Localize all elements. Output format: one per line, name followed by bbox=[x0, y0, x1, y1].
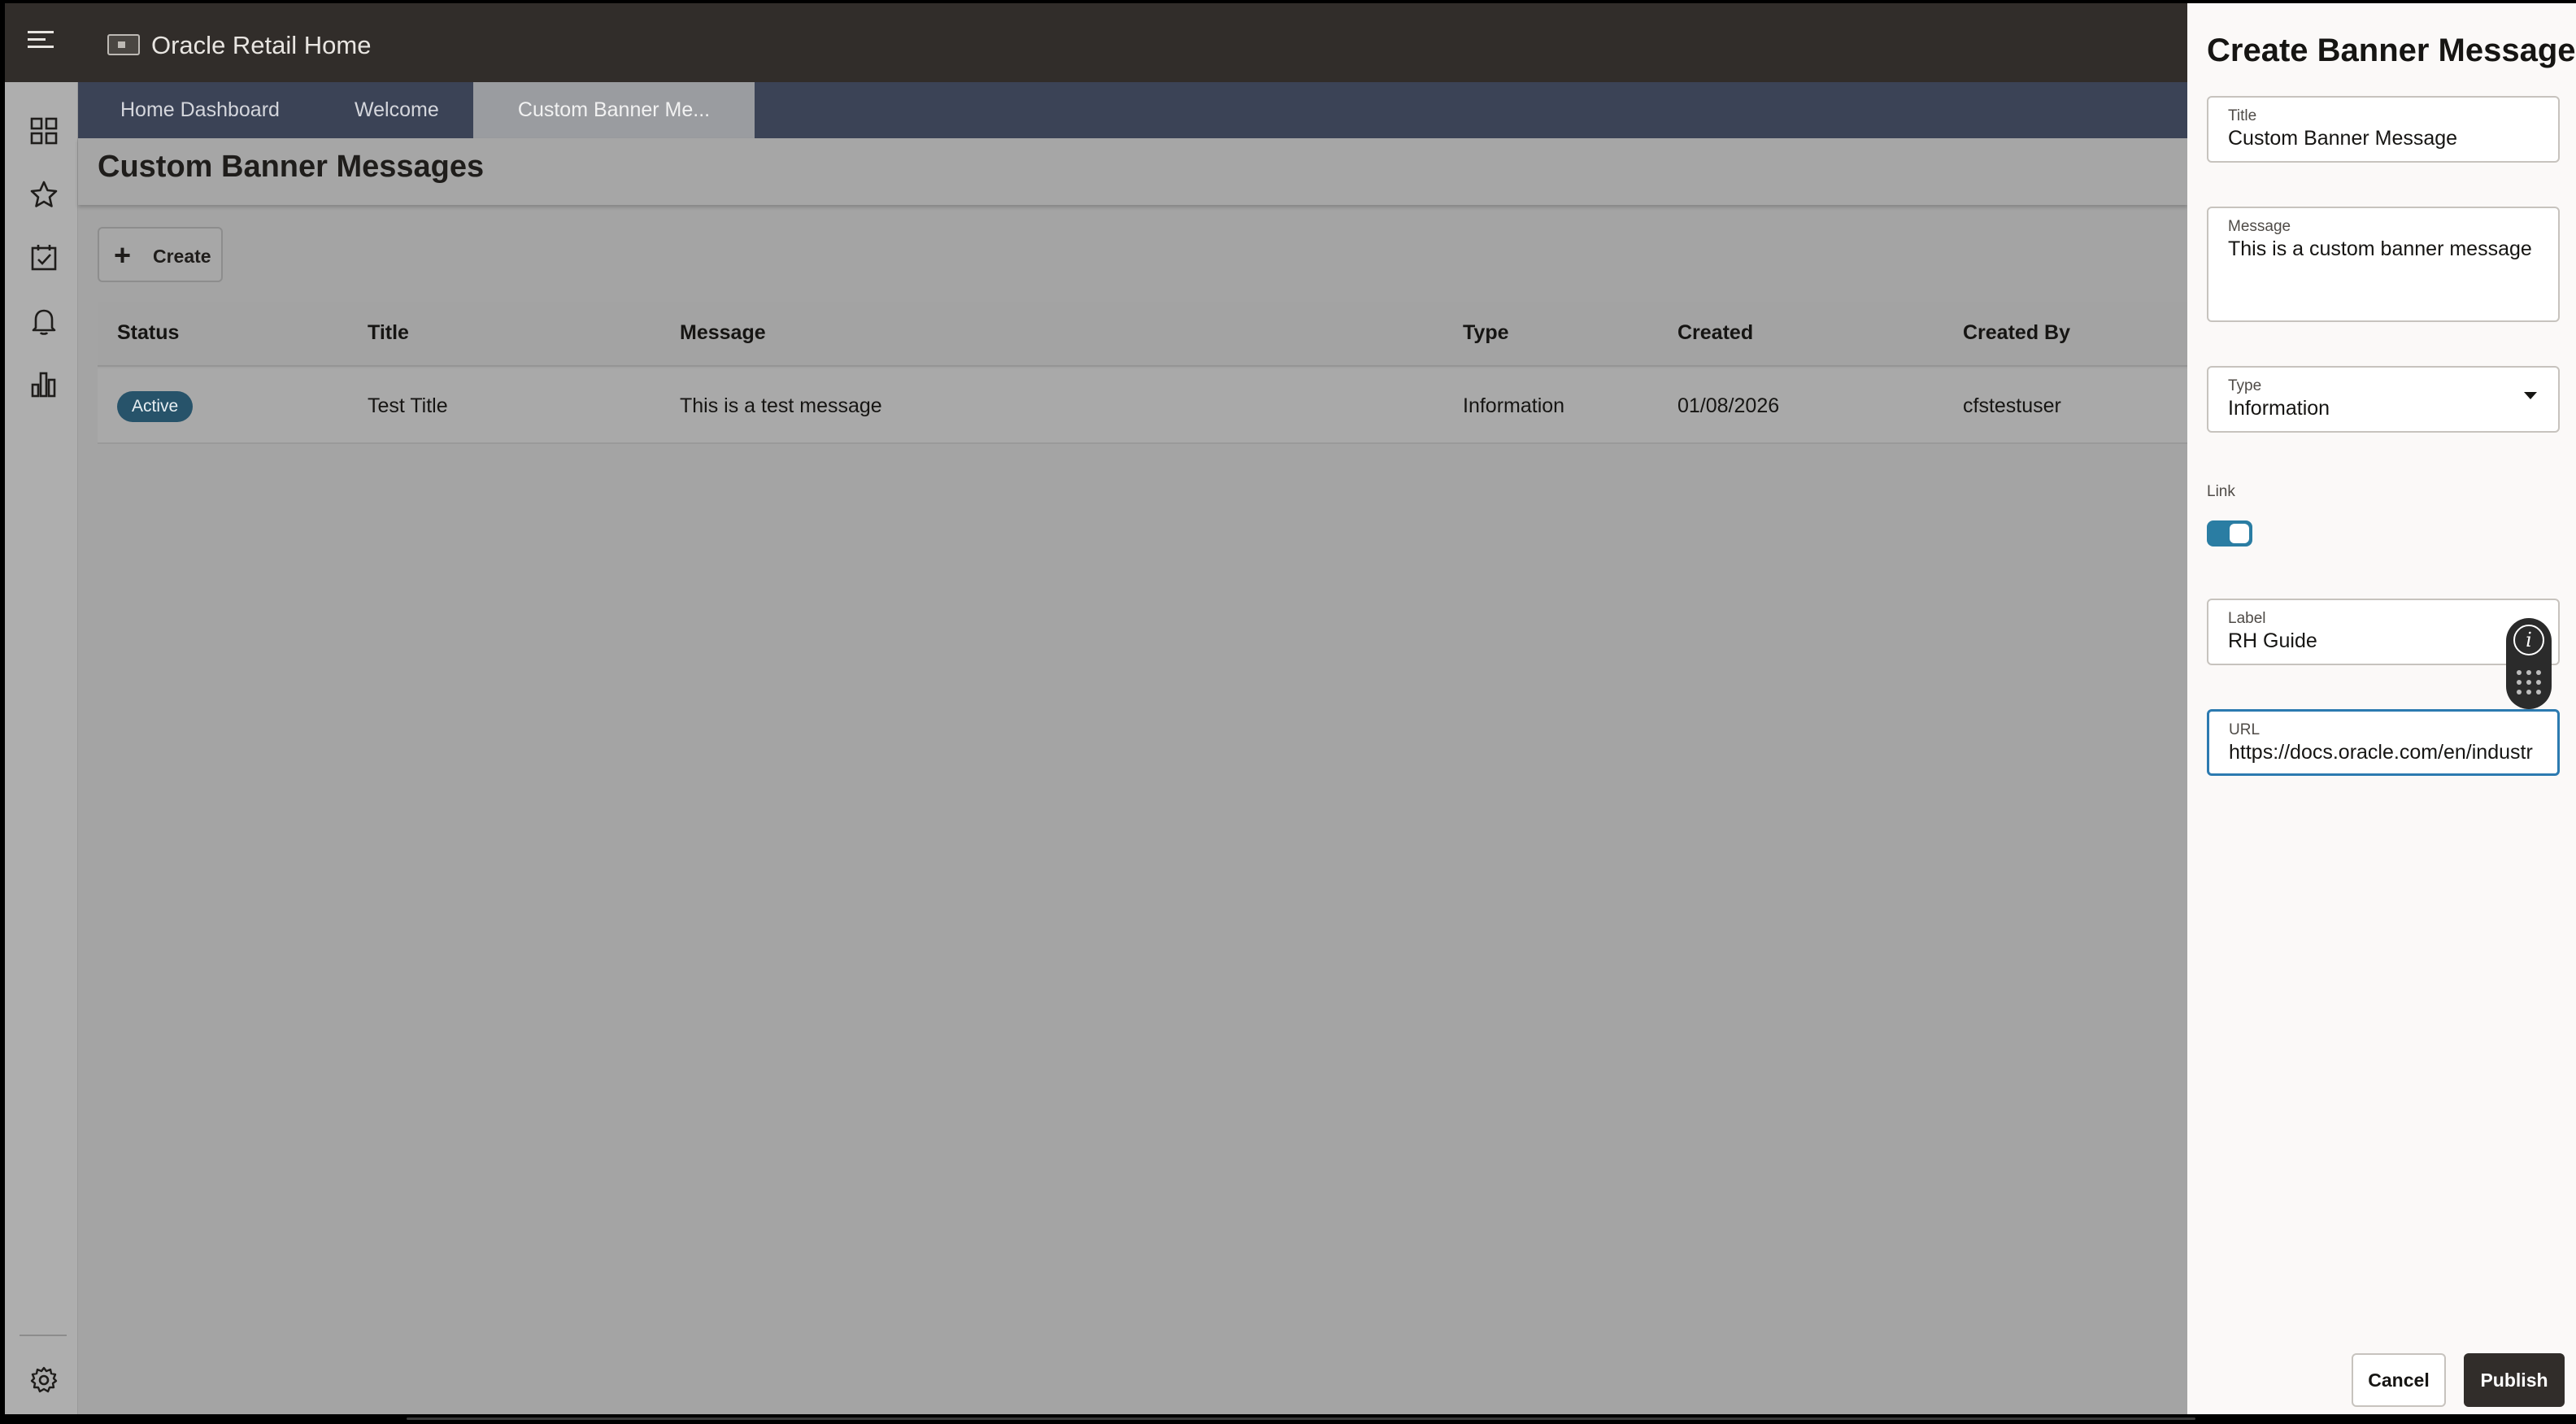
message-field-value[interactable]: This is a custom banner message bbox=[2228, 237, 2542, 261]
bottom-edge bbox=[0, 1414, 2576, 1424]
label-field-label: Label bbox=[2228, 610, 2266, 627]
create-button-label: Create bbox=[153, 246, 211, 267]
left-sidebar bbox=[5, 82, 78, 1417]
main-content: Custom Banner Messages + Create Status T… bbox=[78, 138, 2187, 1417]
tab-bar: Home Dashboard Welcome Custom Banner Me.… bbox=[78, 82, 2187, 138]
cell-message: This is a test message bbox=[680, 394, 882, 417]
app-title: Oracle Retail Home bbox=[151, 31, 372, 59]
tab-home-dashboard[interactable]: Home Dashboard bbox=[120, 82, 280, 138]
table-row[interactable]: Active Test Title This is a test message… bbox=[98, 368, 2187, 444]
create-banner-panel: Create Banner Message Title Custom Banne… bbox=[2187, 3, 2576, 1417]
hamburger-menu-icon[interactable] bbox=[28, 31, 54, 52]
column-header-created-by[interactable]: Created By bbox=[1963, 321, 2070, 345]
app-window: Oracle Retail Home Home Dashboard Welcom… bbox=[5, 3, 2576, 1417]
dashboard-grid-icon[interactable] bbox=[29, 116, 59, 146]
cell-title: Test Title bbox=[368, 394, 448, 417]
task-checkbox-icon[interactable] bbox=[29, 243, 59, 272]
publish-button[interactable]: Publish bbox=[2464, 1353, 2565, 1407]
tab-welcome[interactable]: Welcome bbox=[355, 82, 439, 138]
gear-icon[interactable] bbox=[29, 1365, 59, 1395]
type-select-value: Information bbox=[2228, 397, 2330, 420]
star-icon[interactable] bbox=[29, 180, 59, 209]
status-badge: Active bbox=[117, 391, 194, 422]
type-select[interactable]: Type Information bbox=[2207, 366, 2560, 433]
plus-icon: + bbox=[114, 238, 132, 272]
title-field[interactable]: Title Custom Banner Message bbox=[2207, 96, 2560, 163]
bell-icon[interactable] bbox=[29, 307, 59, 336]
url-field-value[interactable]: https://docs.oracle.com/en/industr bbox=[2229, 741, 2543, 764]
cancel-button[interactable]: Cancel bbox=[2352, 1353, 2446, 1407]
message-field-label: Message bbox=[2228, 218, 2291, 235]
title-field-value[interactable]: Custom Banner Message bbox=[2228, 127, 2542, 150]
url-field[interactable]: URL https://docs.oracle.com/en/industr bbox=[2207, 709, 2560, 776]
link-toggle[interactable] bbox=[2207, 520, 2252, 547]
column-header-title[interactable]: Title bbox=[368, 321, 409, 345]
column-header-status[interactable]: Status bbox=[117, 321, 179, 345]
info-icon[interactable]: i bbox=[2513, 625, 2544, 655]
help-widget[interactable]: i bbox=[2506, 618, 2552, 709]
column-header-message[interactable]: Message bbox=[680, 321, 766, 345]
sidebar-divider bbox=[20, 1335, 67, 1336]
url-field-label: URL bbox=[2229, 721, 2261, 738]
link-toggle-label: Link bbox=[2207, 483, 2235, 500]
table-header: Status Title Message Type Created Create… bbox=[98, 302, 2187, 367]
label-field-value[interactable]: RH Guide bbox=[2228, 629, 2542, 653]
cell-created: 01/08/2026 bbox=[1677, 394, 1780, 417]
type-select-label: Type bbox=[2228, 377, 2262, 394]
message-field[interactable]: Message This is a custom banner message bbox=[2207, 207, 2560, 322]
page-title: Custom Banner Messages bbox=[98, 150, 485, 184]
panel-title: Create Banner Message bbox=[2207, 33, 2576, 68]
cell-created-by: cfstestuser bbox=[1963, 394, 2061, 417]
title-field-label: Title bbox=[2228, 107, 2257, 124]
create-button[interactable]: + Create bbox=[98, 227, 223, 282]
bar-chart-icon[interactable] bbox=[29, 370, 59, 399]
page-title-bar: Custom Banner Messages bbox=[78, 138, 2187, 205]
top-header: Oracle Retail Home bbox=[5, 3, 2187, 82]
toggle-knob bbox=[2230, 524, 2249, 543]
cell-type: Information bbox=[1463, 394, 1565, 417]
chevron-down-icon[interactable] bbox=[2524, 392, 2537, 399]
app-logo-icon bbox=[107, 34, 140, 55]
column-header-created[interactable]: Created bbox=[1677, 321, 1753, 345]
drag-handle-icon[interactable] bbox=[2517, 670, 2541, 695]
tab-custom-banner-messages[interactable]: Custom Banner Me... bbox=[473, 82, 755, 138]
column-header-type[interactable]: Type bbox=[1463, 321, 1509, 345]
